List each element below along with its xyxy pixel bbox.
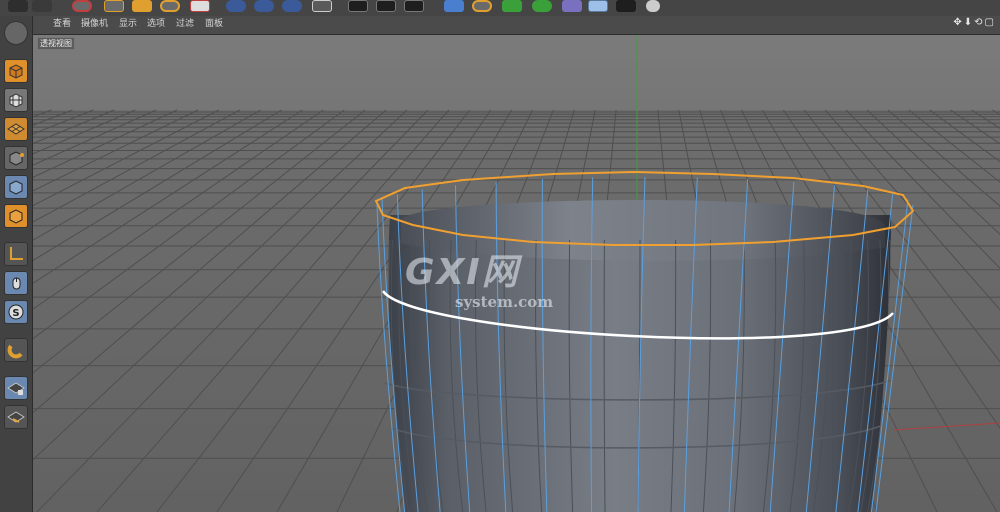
model-mode-icon[interactable] (4, 59, 28, 83)
point-mode-icon[interactable] (4, 146, 28, 170)
light-icon[interactable] (646, 0, 660, 12)
watermark-subtitle: system.com (455, 293, 554, 311)
viewport-label: 透视视图 (37, 37, 75, 50)
undo-icon[interactable] (72, 0, 92, 12)
polygon-mode-icon[interactable] (4, 204, 28, 228)
sky-background (33, 35, 1000, 110)
film-edit-icon[interactable] (404, 0, 424, 12)
menu-view[interactable]: 查看 (53, 18, 71, 31)
viewport-menu-bar: 查看 摄像机 显示 选项 过滤 面板 ✥ ⬇ ⟲ ▢ (33, 16, 1000, 35)
top-toolbar (0, 0, 1000, 17)
y-axis-icon[interactable] (254, 0, 274, 12)
left-toolbar: S (0, 16, 33, 512)
camera-icon[interactable] (616, 0, 636, 12)
menu-camera[interactable]: 摄像机 (81, 18, 108, 31)
pan-icon[interactable]: ✥ (953, 17, 961, 28)
coordinate-icon[interactable] (312, 0, 332, 12)
snap-icon[interactable]: S (4, 300, 28, 324)
transform-icon[interactable] (190, 0, 210, 12)
tweak-mode-icon[interactable] (4, 271, 28, 295)
floor-icon[interactable] (588, 0, 608, 12)
workplane-grid-icon[interactable] (4, 405, 28, 429)
perspective-viewport[interactable]: 透视视图 GXI网 system.com (33, 35, 1000, 512)
workplane-mode-icon[interactable] (4, 117, 28, 141)
menu-options[interactable]: 选项 (147, 18, 165, 31)
cup-mesh[interactable] (374, 170, 915, 512)
orbit-icon[interactable]: ⟲ (974, 17, 982, 28)
menu-filter[interactable]: 过滤 (176, 18, 194, 31)
watermark-title: GXI网 (405, 252, 520, 293)
deformer-icon[interactable] (472, 0, 492, 12)
render-settings-icon[interactable] (32, 0, 52, 12)
edge-mode-icon[interactable] (4, 175, 28, 199)
axis-mode-icon[interactable] (4, 242, 28, 266)
move-icon[interactable] (104, 0, 124, 12)
magnet-icon[interactable] (4, 338, 28, 362)
z-axis-icon[interactable] (282, 0, 302, 12)
lock-workplane-icon[interactable] (4, 376, 28, 400)
film-play-icon[interactable] (376, 0, 396, 12)
dolly-icon[interactable]: ⬇ (964, 17, 972, 28)
tag-icon[interactable] (562, 0, 582, 12)
cube-icon[interactable] (444, 0, 464, 12)
render-icon[interactable] (8, 0, 28, 12)
edit-mode-icon[interactable] (4, 21, 28, 45)
film-icon[interactable] (348, 0, 368, 12)
texture-mode-icon[interactable] (4, 88, 28, 112)
generator-icon[interactable] (502, 0, 522, 12)
menu-panel[interactable]: 面板 (205, 18, 223, 31)
x-axis-icon[interactable] (226, 0, 246, 12)
maximize-view-icon[interactable]: ▢ (985, 17, 994, 28)
svg-text:S: S (12, 308, 19, 319)
viewport-nav-controls: ✥ ⬇ ⟲ ▢ (951, 17, 994, 28)
scale-icon[interactable] (132, 0, 152, 12)
rotate-icon[interactable] (160, 0, 180, 12)
menu-display[interactable]: 显示 (119, 18, 137, 31)
mograph-icon[interactable] (532, 0, 552, 12)
